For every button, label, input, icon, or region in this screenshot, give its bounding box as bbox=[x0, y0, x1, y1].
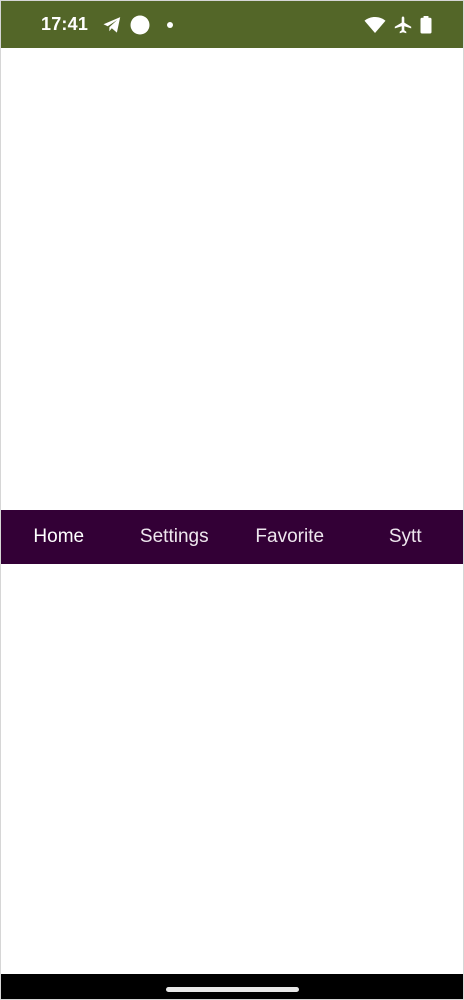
navigation-bar bbox=[1, 974, 463, 999]
airplane-icon bbox=[394, 16, 412, 34]
tab-sytt[interactable]: Sytt bbox=[348, 510, 464, 564]
wifi-icon bbox=[364, 15, 386, 35]
status-system-icons bbox=[364, 15, 432, 35]
tab-favorite[interactable]: Favorite bbox=[232, 510, 348, 564]
telegram-icon bbox=[102, 15, 122, 35]
status-time: 17:41 bbox=[41, 14, 89, 34]
status-notification-icons bbox=[102, 14, 174, 36]
dot-icon bbox=[166, 21, 174, 29]
record-icon bbox=[130, 15, 150, 35]
tab-home[interactable]: Home bbox=[1, 510, 117, 564]
status-bar: 17:41 bbox=[1, 1, 463, 48]
battery-icon bbox=[420, 16, 432, 34]
home-handle[interactable] bbox=[166, 987, 299, 992]
app-screen: 17:41 Home Settings Favorite Sytt bbox=[0, 0, 464, 1000]
tab-bar: Home Settings Favorite Sytt bbox=[1, 510, 463, 564]
content-area-bottom bbox=[1, 564, 463, 974]
tab-settings[interactable]: Settings bbox=[117, 510, 233, 564]
content-area-top bbox=[1, 48, 463, 510]
